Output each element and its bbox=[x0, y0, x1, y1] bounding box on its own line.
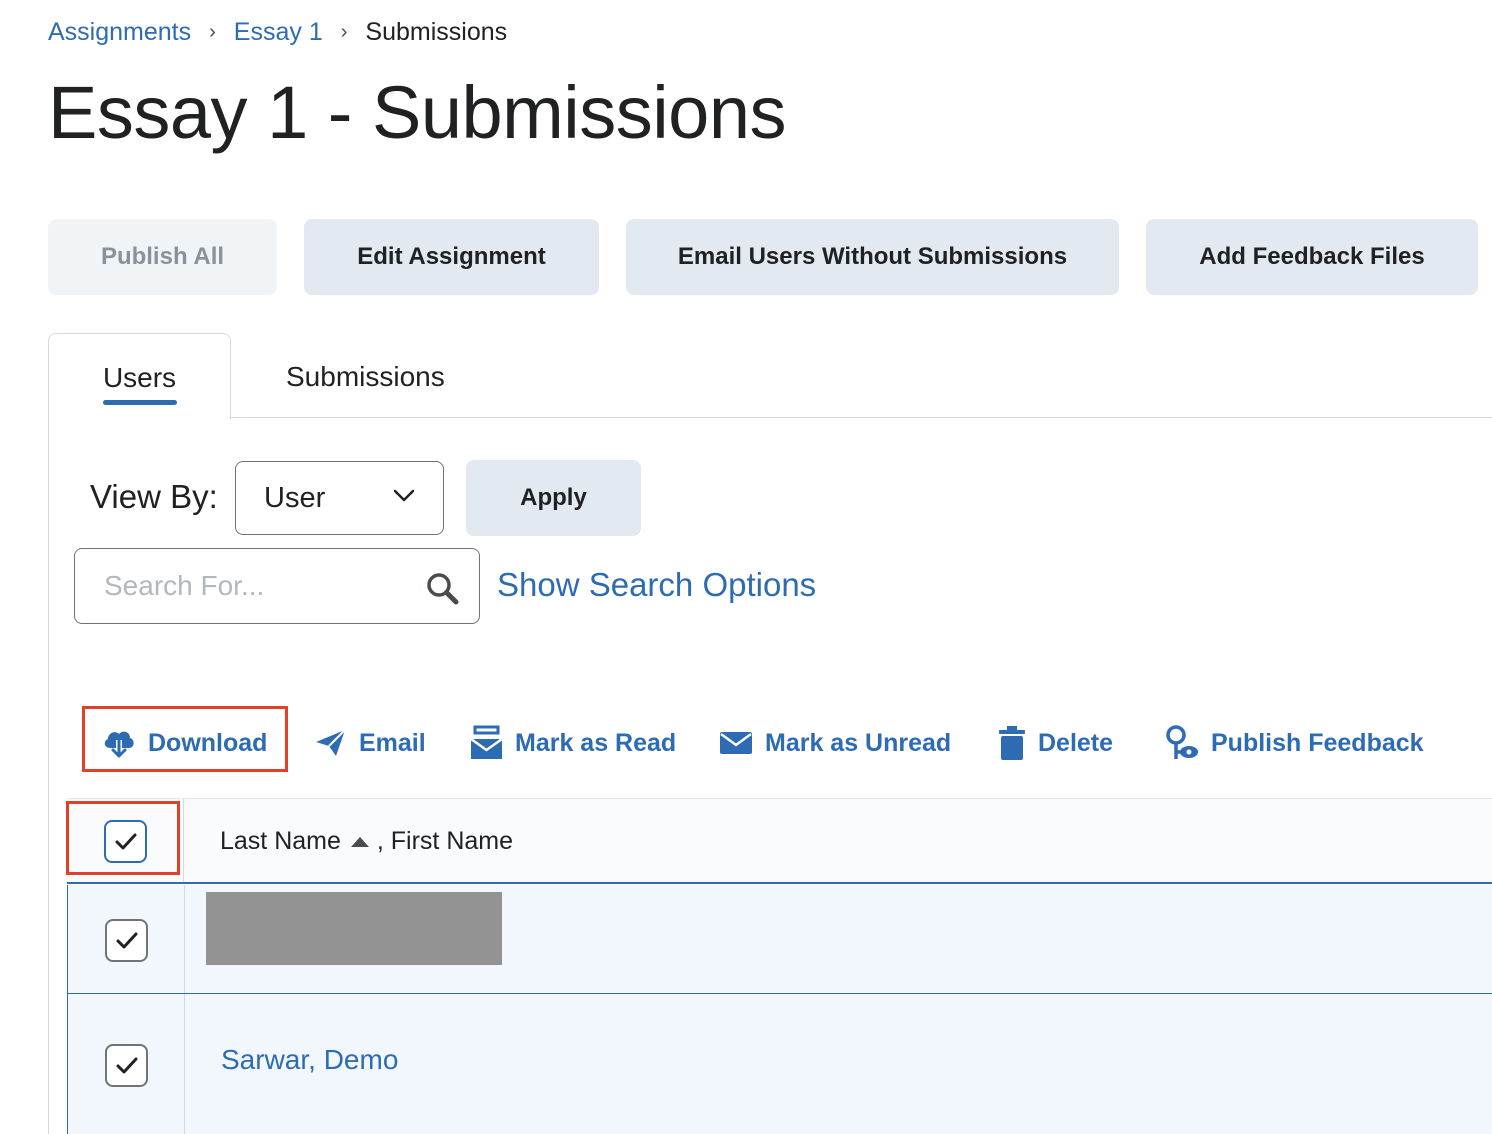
apply-button[interactable]: Apply bbox=[466, 460, 641, 536]
row-checkbox[interactable] bbox=[105, 919, 148, 962]
mark-as-read-button[interactable]: Mark as Read bbox=[470, 722, 676, 764]
name-column-header[interactable]: Last Name , First Name bbox=[220, 827, 513, 856]
tab-users-label: Users bbox=[102, 362, 177, 393]
publish-feedback-label: Publish Feedback bbox=[1211, 728, 1424, 757]
table-row: Sarwar, Demo bbox=[67, 994, 1492, 1134]
trash-icon bbox=[999, 726, 1025, 760]
delete-button[interactable]: Delete bbox=[998, 722, 1113, 764]
page-title: Essay 1 - Submissions bbox=[48, 71, 787, 154]
select-all-highlight-box bbox=[66, 801, 180, 875]
table-header: Last Name , First Name bbox=[67, 798, 1492, 884]
email-users-without-submissions-button[interactable]: Email Users Without Submissions bbox=[626, 219, 1119, 295]
delete-label: Delete bbox=[1038, 728, 1114, 757]
table-row bbox=[67, 885, 1492, 994]
breadcrumb-current: Submissions bbox=[365, 17, 508, 46]
last-name-sort-link[interactable]: Last Name bbox=[220, 827, 341, 856]
mark-as-read-label: Mark as Read bbox=[515, 728, 677, 757]
column-divider bbox=[184, 994, 185, 1134]
breadcrumb-separator: › bbox=[209, 20, 216, 43]
envelope-icon bbox=[720, 732, 752, 754]
send-icon bbox=[316, 729, 346, 756]
edit-assignment-button[interactable]: Edit Assignment bbox=[304, 219, 599, 295]
show-search-options-link[interactable]: Show Search Options bbox=[497, 566, 816, 604]
user-name-link[interactable]: Sarwar, Demo bbox=[221, 1044, 398, 1076]
sort-ascending-icon bbox=[350, 836, 369, 847]
redacted-name bbox=[206, 892, 502, 965]
search-box bbox=[74, 548, 480, 624]
chevron-down-icon bbox=[393, 489, 415, 502]
breadcrumb-separator: › bbox=[340, 20, 348, 43]
search-icon[interactable] bbox=[425, 571, 459, 605]
panel-border bbox=[48, 418, 49, 1134]
mark-as-unread-label: Mark as Unread bbox=[765, 728, 952, 757]
tab-submissions[interactable]: Submissions bbox=[286, 361, 445, 393]
checkmark-icon bbox=[116, 1057, 137, 1073]
breadcrumb: Assignments › Essay 1 › Submissions bbox=[48, 14, 507, 50]
publish-all-button[interactable]: Publish All bbox=[48, 219, 277, 295]
download-highlight-box bbox=[82, 706, 288, 772]
email-button[interactable]: Email bbox=[314, 722, 426, 764]
publish-feedback-icon bbox=[1166, 725, 1198, 759]
add-feedback-files-button[interactable]: Add Feedback Files bbox=[1146, 219, 1478, 295]
search-input[interactable] bbox=[76, 550, 406, 622]
mark-as-unread-button[interactable]: Mark as Unread bbox=[719, 722, 951, 764]
publish-feedback-button[interactable]: Publish Feedback bbox=[1165, 722, 1424, 764]
tab-users[interactable]: Users bbox=[48, 333, 231, 419]
breadcrumb-essay-link[interactable]: Essay 1 bbox=[234, 18, 323, 47]
breadcrumb-assignments-link[interactable]: Assignments bbox=[48, 18, 191, 47]
row-checkbox[interactable] bbox=[105, 1044, 148, 1087]
active-tab-indicator bbox=[103, 400, 177, 405]
view-by-select[interactable]: User bbox=[235, 461, 444, 535]
checkmark-icon bbox=[116, 932, 137, 948]
view-by-label: View By: bbox=[90, 478, 218, 515]
email-label: Email bbox=[359, 728, 426, 757]
mail-open-icon bbox=[470, 725, 503, 759]
first-name-sort-link[interactable]: , First Name bbox=[377, 827, 513, 856]
view-by-selected-value: User bbox=[264, 481, 326, 514]
column-divider bbox=[183, 799, 184, 882]
submissions-table: Last Name , First Name Sarwar, Demo bbox=[67, 798, 1492, 1134]
tab-divider bbox=[231, 417, 1492, 418]
column-divider bbox=[184, 885, 185, 993]
